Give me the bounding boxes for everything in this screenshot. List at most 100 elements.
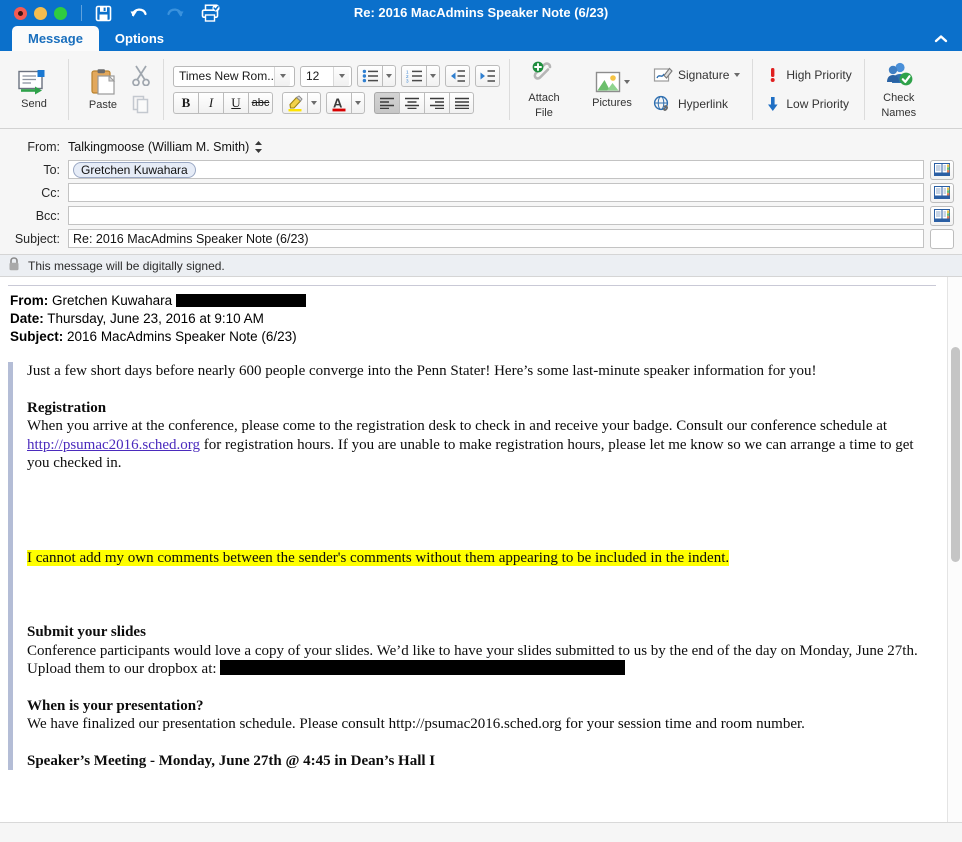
maximize-button[interactable]: [54, 6, 67, 20]
subject-input[interactable]: Re: 2016 MacAdmins Speaker Note (6/23): [68, 229, 924, 248]
quoted-subject-line: Subject: 2016 MacAdmins Speaker Note (6/…: [10, 328, 936, 346]
chevron-down-icon[interactable]: [426, 65, 440, 87]
high-priority-button[interactable]: High Priority: [762, 64, 854, 86]
paragraph-spacer-3: [27, 567, 936, 623]
to-input[interactable]: Gretchen Kuwahara: [68, 160, 924, 179]
from-account-select[interactable]: Talkingmoose (William M. Smith): [68, 140, 263, 154]
chevron-down-icon[interactable]: [307, 92, 321, 114]
quoted-body: Just a few short days before nearly 600 …: [8, 362, 936, 770]
presentation-paragraph: We have finalized our presentation sched…: [27, 716, 805, 732]
presentation-heading: When is your presentation?: [27, 697, 204, 714]
priority-stack: High Priority Low Priority: [762, 51, 854, 128]
to-row: To: Gretchen Kuwahara: [0, 158, 962, 181]
check-names-label-line1: Check: [883, 91, 915, 104]
align-right-button[interactable]: [424, 92, 449, 114]
formatting-row-bottom: B I U abc A: [173, 92, 500, 114]
decrease-indent-button[interactable]: [445, 65, 470, 87]
ribbon-tab-strip: Message Options: [0, 26, 962, 51]
tab-message[interactable]: Message: [12, 26, 99, 51]
undo-icon[interactable]: [128, 3, 150, 23]
attach-file-label-line1: Attach: [528, 91, 560, 104]
check-names-label-line2: Names: [881, 106, 917, 119]
highlight-color-button[interactable]: [282, 92, 307, 114]
low-priority-button[interactable]: Low Priority: [762, 93, 854, 115]
message-body-content[interactable]: From: Gretchen Kuwahara Date: Thursday, …: [0, 277, 962, 770]
bcc-input[interactable]: [68, 206, 924, 225]
chevron-down-icon[interactable]: [351, 92, 365, 114]
align-center-button[interactable]: [399, 92, 424, 114]
address-book-button-bcc[interactable]: [930, 205, 954, 226]
quoted-message-header: From: Gretchen Kuwahara Date: Thursday, …: [8, 292, 936, 346]
registration-heading: Registration: [27, 399, 107, 416]
hyperlink-button[interactable]: Hyperlink: [650, 93, 743, 115]
ribbon-clipboard-small: [128, 51, 154, 128]
body-scrollbar-thumb[interactable]: [951, 347, 960, 562]
font-color-split: A: [326, 92, 365, 114]
chevron-down-icon[interactable]: [382, 65, 396, 87]
ribbon-group-check-names: Check Names: [865, 51, 933, 128]
underline-button[interactable]: U: [223, 92, 248, 114]
address-book-button-cc[interactable]: [930, 182, 954, 203]
redacted-email-address: [175, 294, 306, 307]
body-scrollbar[interactable]: [947, 277, 962, 822]
tab-options[interactable]: Options: [99, 26, 180, 51]
window-footer: [0, 822, 962, 842]
check-names-button[interactable]: Check Names: [874, 51, 924, 128]
highlighted-comment: I cannot add my own comments between the…: [27, 549, 730, 566]
increase-indent-button[interactable]: [475, 65, 500, 87]
address-book-button-to[interactable]: [930, 159, 954, 180]
slides-heading: Submit your slides: [27, 624, 146, 640]
bold-button[interactable]: B: [173, 92, 198, 114]
compose-header: From: Talkingmoose (William M. Smith) To…: [0, 129, 962, 255]
attach-file-button[interactable]: Attach File: [519, 51, 569, 128]
cc-label: Cc:: [41, 185, 60, 200]
chevron-up-icon[interactable]: [932, 30, 950, 48]
close-button[interactable]: [14, 6, 27, 20]
minimize-button[interactable]: [34, 6, 47, 20]
up-down-chevron-icon[interactable]: [254, 140, 263, 154]
digital-signature-notice: This message will be digitally signed.: [0, 255, 962, 277]
chevron-down-icon[interactable]: [274, 66, 290, 86]
underline-label: U: [231, 95, 241, 110]
paste-button[interactable]: Paste: [78, 51, 128, 128]
to-label: To:: [43, 162, 60, 177]
quoted-date-value: Thursday, June 23, 2016 at 9:10 AM: [47, 311, 264, 326]
formatting-rows: Times New Rom... 12 1 2 3 B I U abc A: [173, 51, 500, 128]
paste-button-label: Paste: [88, 99, 118, 111]
message-body[interactable]: From: Gretchen Kuwahara Date: Thursday, …: [0, 277, 962, 822]
font-size-value: 12: [306, 69, 320, 83]
subject-row: Subject: Re: 2016 MacAdmins Speaker Note…: [0, 227, 962, 250]
signature-button[interactable]: Signature: [650, 64, 743, 86]
send-button[interactable]: Send: [9, 51, 59, 128]
quoted-from-key: From:: [10, 293, 49, 308]
numbered-list-button[interactable]: 1 2 3: [401, 65, 426, 87]
registration-link[interactable]: http://psumac2016.sched.org: [27, 437, 200, 453]
cc-input[interactable]: [68, 183, 924, 202]
slides-paragraph: Conference participants would love a cop…: [27, 642, 936, 679]
redacted-dropbox-url: [220, 660, 626, 675]
align-left-button[interactable]: [374, 92, 399, 114]
quick-action-toolbar: [92, 3, 222, 23]
align-justify-button[interactable]: [449, 92, 474, 114]
ribbon-group-attach: Attach File: [510, 51, 578, 128]
recipient-token[interactable]: Gretchen Kuwahara: [73, 161, 196, 178]
from-account-value: Talkingmoose (William M. Smith): [68, 139, 250, 154]
pictures-button[interactable]: Pictures: [587, 51, 637, 128]
font-size-select[interactable]: 12: [300, 65, 352, 87]
highlight-color-split: [282, 92, 321, 114]
strikethrough-button[interactable]: abc: [248, 92, 273, 114]
chevron-down-icon[interactable]: [734, 73, 741, 77]
chevron-down-icon[interactable]: [623, 80, 630, 84]
font-family-select[interactable]: Times New Rom...: [173, 65, 295, 87]
print-icon[interactable]: [200, 3, 222, 23]
window-title-bar: Re: 2016 MacAdmins Speaker Note (6/23): [0, 0, 962, 26]
bulleted-list-button[interactable]: [357, 65, 382, 87]
svg-text:3: 3: [406, 79, 409, 84]
font-family-value: Times New Rom...: [179, 69, 274, 83]
text-style-group: B I U abc: [173, 92, 273, 114]
save-icon[interactable]: [92, 3, 114, 23]
bcc-label: Bcc:: [35, 208, 60, 223]
italic-button[interactable]: I: [198, 92, 223, 114]
chevron-down-icon[interactable]: [333, 66, 349, 86]
font-color-button[interactable]: A: [326, 92, 351, 114]
